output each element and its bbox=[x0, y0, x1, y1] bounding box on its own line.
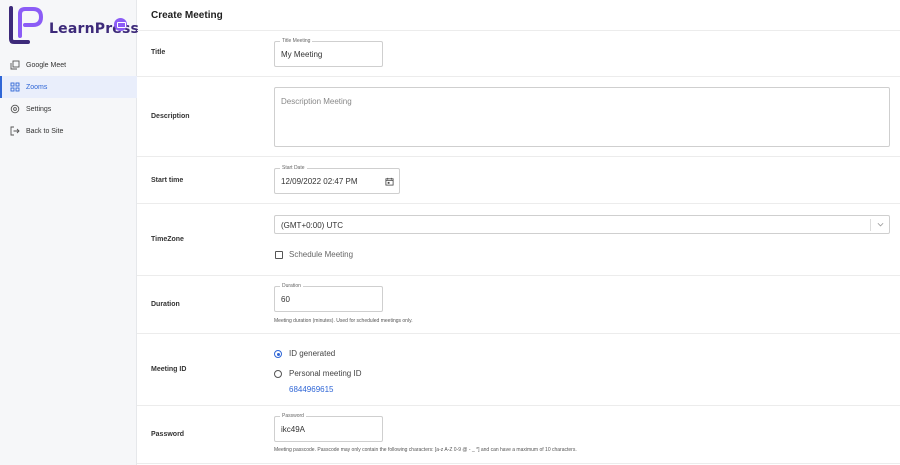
timezone-label: TimeZone bbox=[151, 236, 184, 243]
title-row: Title Title Meeting My Meeting bbox=[137, 31, 900, 77]
sidebar-item-label: Back to Site bbox=[26, 127, 64, 135]
duration-input[interactable]: Duration 60 bbox=[274, 283, 383, 312]
video-camera-icon bbox=[114, 18, 127, 31]
chevron-down-icon[interactable] bbox=[877, 222, 884, 228]
schedule-meeting-label[interactable]: Schedule Meeting bbox=[289, 250, 353, 259]
duration-help: Meeting duration (minutes). Used for sch… bbox=[274, 318, 413, 324]
learnpress-logo[interactable]: LearnPress bbox=[8, 6, 139, 44]
main-content: Create Meeting Title Title Meeting My Me… bbox=[137, 0, 900, 465]
start-time-row: Start time Start Date 12/09/2022 02:47 P… bbox=[137, 157, 900, 204]
title-value: My Meeting bbox=[281, 50, 323, 59]
password-input[interactable]: Password ikc49A bbox=[274, 413, 383, 442]
password-row: Password Password ikc49A Meeting passcod… bbox=[137, 406, 900, 464]
sidebar-item-label: Google Meet bbox=[26, 61, 67, 69]
description-row: Description Description Meeting bbox=[137, 77, 900, 157]
sidebar-nav: Google Meet Zooms Settings Back to Site bbox=[0, 54, 137, 142]
exit-icon bbox=[10, 126, 20, 136]
sidebar-item-label: Settings bbox=[26, 105, 52, 113]
select-separator bbox=[870, 219, 871, 231]
timezone-select[interactable]: (GMT+0:00) UTC bbox=[274, 215, 890, 234]
description-textarea[interactable]: Description Meeting bbox=[274, 87, 890, 147]
start-time-label: Start time bbox=[151, 177, 184, 184]
timezone-row: TimeZone (GMT+0:00) UTC Schedule Meeting bbox=[137, 204, 900, 276]
password-value: ikc49A bbox=[281, 425, 306, 434]
id-generated-radio[interactable] bbox=[274, 350, 282, 358]
learnpress-logo-mark bbox=[9, 6, 44, 44]
sidebar-item-settings[interactable]: Settings bbox=[0, 98, 137, 120]
meeting-id-label: Meeting ID bbox=[151, 366, 187, 373]
timezone-value: (GMT+0:00) UTC bbox=[281, 221, 344, 230]
gear-icon bbox=[10, 104, 20, 114]
start-date-value: 12/09/2022 02:47 PM bbox=[281, 177, 358, 186]
password-help: Meeting passcode. Passcode may only cont… bbox=[274, 447, 577, 453]
description-placeholder: Description Meeting bbox=[281, 97, 352, 106]
sidebar-item-label: Zooms bbox=[26, 83, 48, 91]
personal-meeting-id-radio[interactable] bbox=[274, 370, 282, 378]
personal-meeting-id-label[interactable]: Personal meeting ID bbox=[289, 369, 361, 378]
duration-value: 60 bbox=[281, 295, 290, 304]
sidebar-item-google-meet[interactable]: Google Meet bbox=[0, 54, 137, 76]
schedule-meeting-checkbox[interactable] bbox=[275, 251, 283, 259]
grid-icon bbox=[10, 82, 20, 92]
password-label: Password bbox=[151, 431, 185, 438]
title-label: Title bbox=[151, 49, 166, 56]
sidebar-item-zooms[interactable]: Zooms bbox=[0, 76, 137, 98]
duration-row: Duration Duration 60 Meeting duration (m… bbox=[137, 276, 900, 334]
calendar-icon[interactable] bbox=[385, 177, 394, 186]
personal-meeting-id-value[interactable]: 6844969615 bbox=[289, 385, 334, 394]
copy-icon bbox=[10, 60, 20, 70]
start-date-input[interactable]: Start Date 12/09/2022 02:47 PM bbox=[274, 165, 400, 194]
description-label: Description bbox=[151, 113, 190, 120]
id-generated-label[interactable]: ID generated bbox=[289, 349, 335, 358]
password-legend: Password bbox=[280, 413, 306, 420]
sidebar: LearnPress Google Meet Zooms Settings Ba… bbox=[0, 0, 139, 465]
title-input[interactable]: Title Meeting My Meeting bbox=[274, 38, 383, 67]
duration-legend: Duration bbox=[280, 283, 303, 290]
meeting-id-row: Meeting ID ID generated Personal meeting… bbox=[137, 334, 900, 406]
sidebar-item-back-to-site[interactable]: Back to Site bbox=[0, 120, 137, 142]
page-title: Create Meeting bbox=[151, 10, 223, 21]
duration-label: Duration bbox=[151, 301, 180, 308]
start-date-legend: Start Date bbox=[280, 165, 307, 172]
title-legend: Title Meeting bbox=[280, 38, 313, 45]
